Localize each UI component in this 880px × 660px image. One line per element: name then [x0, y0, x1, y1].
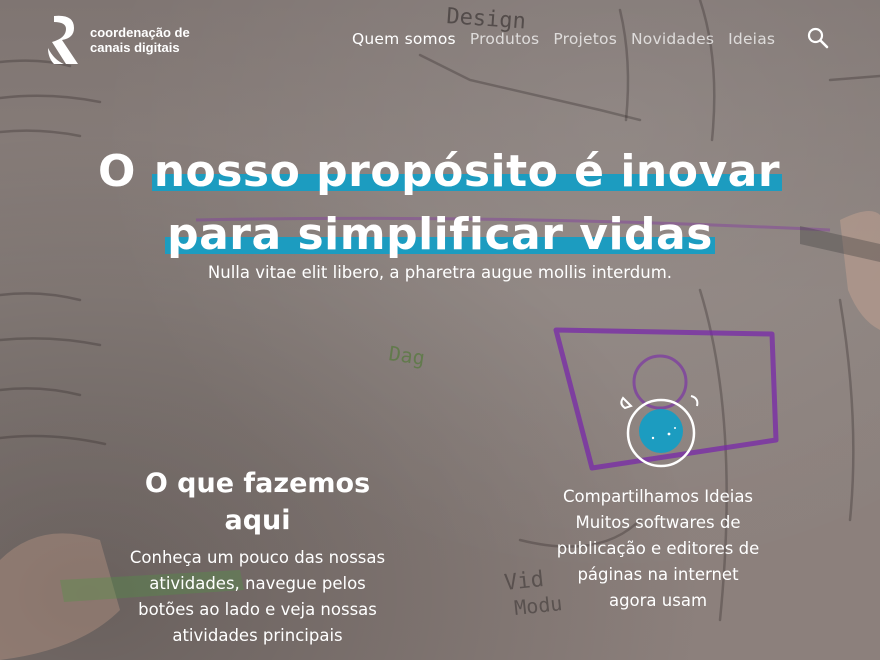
logo-mark-icon: [48, 15, 78, 64]
hero-title-highlight-2: para simplificar vidas: [165, 209, 715, 260]
hero-title-highlight-1: nosso propósito é inovar: [151, 146, 783, 197]
search-icon[interactable]: [806, 26, 830, 50]
hero-section: O nosso propósito é inovar para simplifi…: [0, 140, 880, 282]
feature-title: Compartilhamos Ideias: [562, 487, 754, 506]
feature-share-ideas: Compartilhamos Ideias Muitos softwares d…: [556, 484, 760, 614]
nav-item-projetos[interactable]: Projetos: [553, 30, 617, 48]
main-nav: Quem somos Produtos Projetos Novidades I…: [352, 30, 775, 48]
what-we-do-title-line-1: O que fazemos: [144, 468, 371, 499]
site-logo[interactable]: coordenação de canais digitais: [44, 12, 190, 68]
nav-item-produtos[interactable]: Produtos: [470, 30, 540, 48]
logo-text: coordenação de canais digitais: [90, 25, 190, 55]
lightbulb-icon[interactable]: [617, 390, 707, 470]
sketch-word-vid: Vid: [503, 567, 545, 596]
what-we-do-title: O que fazemos aqui: [120, 465, 395, 539]
hero-subtitle: Nulla vitae elit libero, a pharetra augu…: [207, 263, 673, 282]
what-we-do-description: Conheça um pouco das nossas atividades, …: [129, 548, 386, 645]
logo-line-1: coordenação de: [90, 25, 190, 40]
feature-description: Muitos softwares de publicação e editore…: [556, 513, 760, 610]
nav-item-ideias[interactable]: Ideias: [728, 30, 775, 48]
what-we-do-title-line-2: aqui: [224, 505, 291, 536]
hero-title: O nosso propósito é inovar para simplifi…: [0, 140, 880, 266]
sketch-word-dag: Dag: [387, 341, 426, 370]
nav-item-quem-somos[interactable]: Quem somos: [352, 30, 456, 48]
nav-item-novidades[interactable]: Novidades: [631, 30, 714, 48]
hero-title-plain: O: [97, 146, 152, 197]
logo-line-2: canais digitais: [90, 40, 180, 55]
what-we-do-section: O que fazemos aqui Conheça um pouco das …: [120, 465, 395, 649]
